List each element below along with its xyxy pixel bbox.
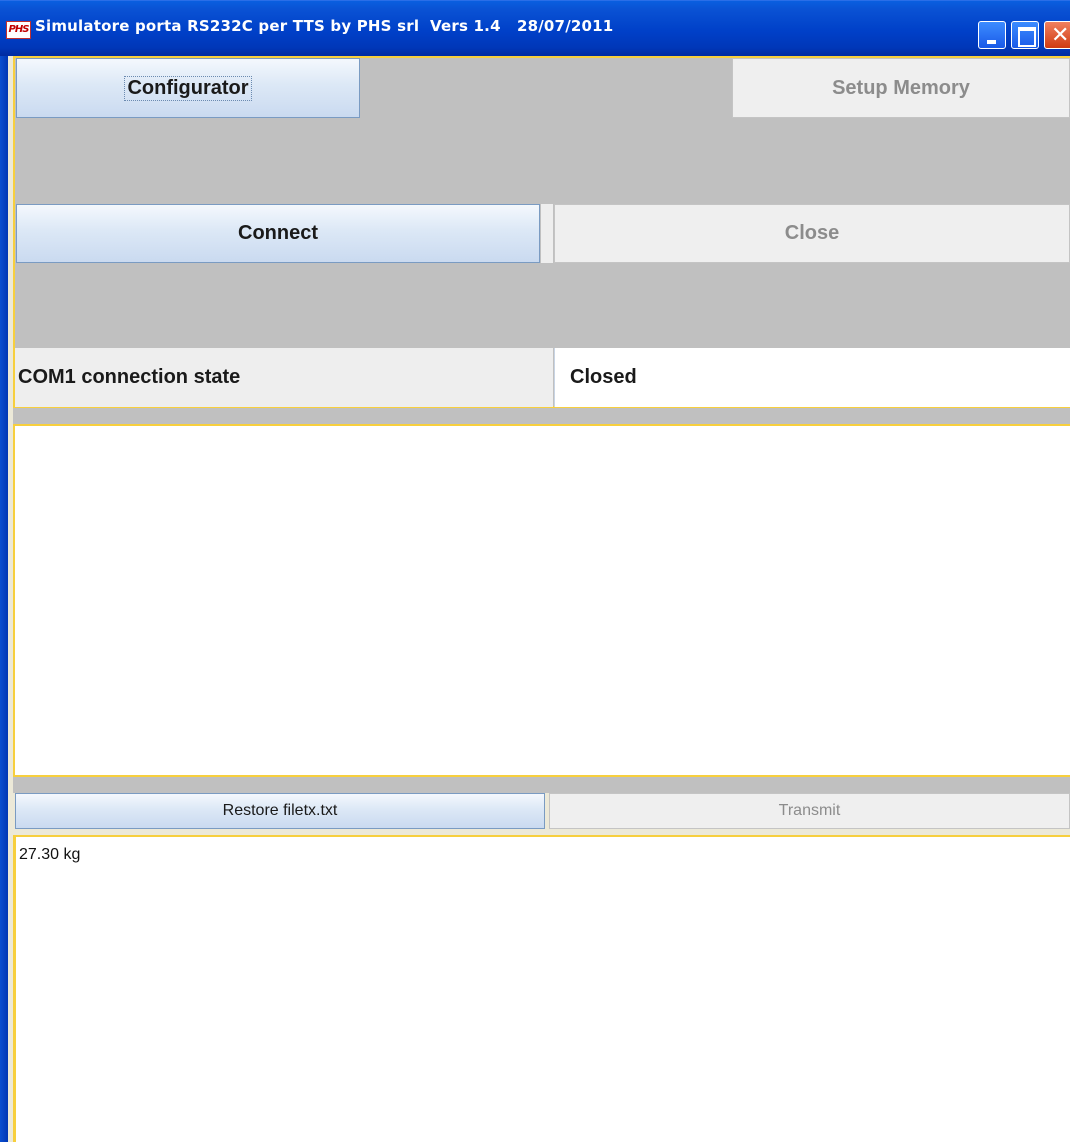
restore-file-button[interactable]: Restore filetx.txt — [15, 793, 545, 829]
button-separator — [541, 204, 553, 263]
connection-state-label: COM1 connection state — [15, 348, 553, 407]
minimize-button[interactable] — [978, 21, 1006, 49]
maximize-button[interactable] — [1011, 21, 1039, 49]
close-window-button[interactable]: ✕ — [1044, 21, 1070, 49]
panel-divider — [13, 777, 1070, 793]
configurator-button-label: Configurator — [124, 75, 252, 101]
connection-state-value: Closed — [554, 348, 1070, 407]
title-bar[interactable]: PHS Simulatore porta RS232C per TTS by P… — [0, 0, 1070, 56]
configurator-button[interactable]: Configurator — [16, 58, 360, 118]
close-connection-button[interactable]: Close — [554, 204, 1070, 263]
connect-button[interactable]: Connect — [16, 204, 540, 263]
transmit-button[interactable]: Transmit — [549, 793, 1070, 829]
received-log-area[interactable] — [13, 424, 1070, 777]
panel-divider — [13, 408, 1070, 424]
close-icon: ✕ — [1051, 23, 1070, 48]
window-title: Simulatore porta RS232C per TTS by PHS s… — [35, 17, 614, 35]
window-frame — [0, 56, 8, 1142]
app-logo-icon: PHS — [6, 21, 31, 39]
setup-memory-button[interactable]: Setup Memory — [732, 58, 1070, 118]
transmit-text-area[interactable]: 27.30 kg — [13, 835, 1070, 1142]
